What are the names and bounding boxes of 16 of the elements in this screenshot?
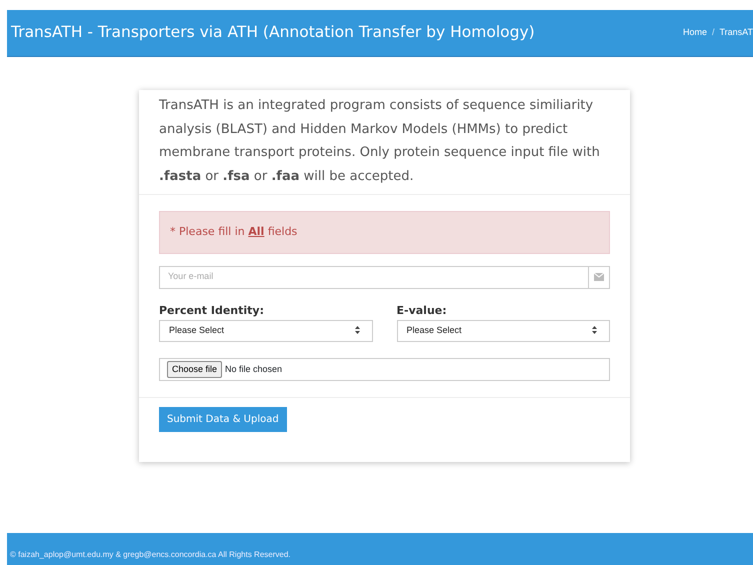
sort-icon: [354, 326, 360, 336]
alert-message: * Please fill in All fields: [159, 211, 610, 254]
field-label: Percent Identity:: [159, 302, 265, 318]
footer-text: © faizah_aplop@umt.edu.my & gregb@encs.concordia.ca All Rights Reserved.: [10, 549, 290, 561]
select-dropdown[interactable]: Please Select: [159, 320, 372, 342]
envelope-icon: [588, 266, 610, 288]
file-input[interactable]: Choose file No file chosen: [159, 358, 610, 381]
sort-icon: [592, 326, 597, 336]
email-field[interactable]: Your e-mail: [159, 266, 588, 288]
breadcrumb-separator: /: [712, 26, 714, 40]
site-title: TransATH - Transporters via ATH (Annotation Transfer by Homology): [11, 22, 535, 44]
choose-file-button[interactable]: Choose file: [167, 360, 222, 378]
select-dropdown[interactable]: Please Select: [396, 320, 610, 342]
intro-paragraph: TransATH is an integrated program consists of sequence similiarity analysis (BLAST) and Hidden Markov Models (HMMs) to predict membrane transport proteins. Only protein sequence input file with .fasta or .fsa or .faa will be accepted.: [139, 90, 630, 195]
file-status: No file chosen: [225, 362, 282, 376]
field-label: E-value:: [396, 302, 448, 318]
